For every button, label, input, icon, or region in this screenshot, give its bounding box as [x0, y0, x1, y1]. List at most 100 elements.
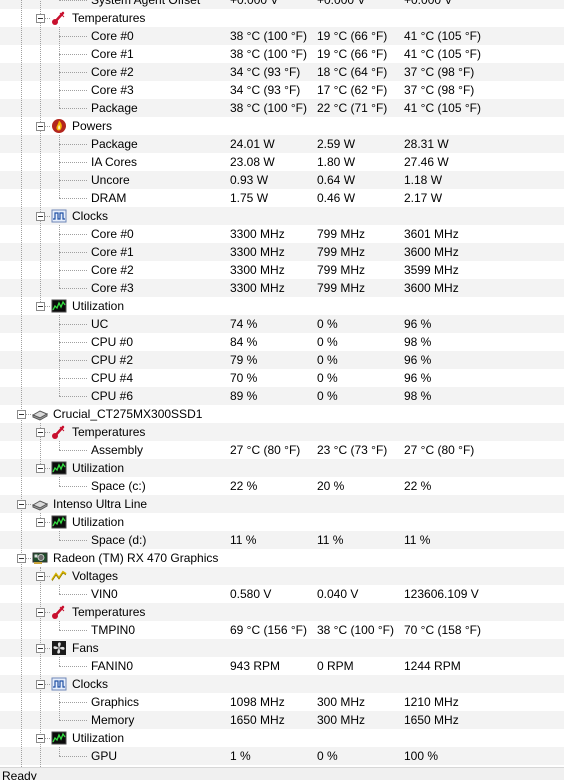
group-label: Utilization — [72, 731, 125, 745]
tree-connector — [59, 54, 87, 55]
tree-connector — [59, 657, 60, 666]
tree-connector — [59, 621, 60, 630]
device-row-intenso-ultra-line[interactable]: Intenso Ultra Line — [0, 495, 564, 513]
collapse-toggle-icon[interactable] — [36, 608, 45, 617]
tree-connector — [59, 630, 87, 631]
value-cell: 3300 MHz — [230, 263, 285, 277]
tree-connector — [59, 585, 60, 594]
sensor-name: System Agent Offset — [91, 0, 201, 7]
value-cell: 38 °C (100 °F) — [230, 47, 307, 61]
collapse-toggle-icon[interactable] — [36, 680, 45, 689]
collapse-toggle-icon[interactable] — [36, 428, 45, 437]
tree-connector — [59, 477, 60, 486]
fan-icon — [51, 640, 67, 656]
max-cell: 1650 MHz — [404, 713, 459, 727]
collapse-toggle-icon[interactable] — [36, 572, 45, 581]
device-row-crucial-ct275mx300ssd1[interactable]: Crucial_CT275MX300SSD1 — [0, 405, 564, 423]
drive-icon — [31, 496, 49, 512]
device-row-radeon-tm-rx-470-graphics[interactable]: Radeon (TM) RX 470 Graphics — [0, 549, 564, 567]
group-label: Utilization — [72, 515, 125, 529]
flame-icon — [51, 118, 67, 134]
collapse-toggle-icon[interactable] — [36, 212, 45, 221]
tree-connector — [40, 0, 41, 306]
sensor-name: Package — [91, 101, 138, 115]
max-cell: 3600 MHz — [404, 245, 459, 259]
tree-connector — [59, 396, 87, 397]
utilization-chart-icon — [51, 298, 67, 314]
sensor-name: TMPIN0 — [91, 623, 136, 637]
group-row-utilization[interactable]: Utilization — [0, 513, 564, 531]
group-row-voltages[interactable]: Voltages — [0, 567, 564, 585]
sensor-name: Memory — [91, 713, 135, 727]
group-row-powers[interactable]: Powers — [0, 117, 564, 135]
min-cell: 19 °C (66 °F) — [317, 47, 388, 61]
value-cell: 34 °C (93 °F) — [230, 65, 301, 79]
group-row-fans[interactable]: Fans — [0, 639, 564, 657]
max-cell: 96 % — [404, 353, 432, 367]
sensor-name: DRAM — [91, 191, 127, 205]
min-cell: 0 % — [317, 317, 338, 331]
min-cell: 2.59 W — [317, 137, 356, 151]
group-row-temperatures[interactable]: Temperatures — [0, 423, 564, 441]
min-cell: 300 MHz — [317, 713, 366, 727]
max-cell: 28.31 W — [404, 137, 449, 151]
collapse-toggle-icon[interactable] — [36, 518, 45, 527]
sensor-name: CPU #4 — [91, 371, 134, 385]
group-row-utilization[interactable]: Utilization — [0, 459, 564, 477]
collapse-toggle-icon[interactable] — [17, 410, 26, 419]
min-cell: 300 MHz — [317, 695, 366, 709]
sensor-name: Core #1 — [91, 245, 134, 259]
tree-connector — [59, 108, 87, 109]
clock-wave-icon — [51, 208, 67, 224]
value-cell: 69 °C (156 °F) — [230, 623, 307, 637]
min-cell: 799 MHz — [317, 263, 366, 277]
min-cell: 0 % — [317, 335, 338, 349]
collapse-toggle-icon[interactable] — [36, 122, 45, 131]
value-cell: +0.000 V — [230, 0, 279, 7]
collapse-toggle-icon[interactable] — [17, 500, 26, 509]
min-cell: 0.040 V — [317, 587, 359, 601]
group-row-clocks[interactable]: Clocks — [0, 675, 564, 693]
sensor-tree[interactable]: System Agent Offset +0.000 V +0.000 V +0.00… — [0, 0, 564, 767]
max-cell: 37 °C (98 °F) — [404, 65, 475, 79]
group-row-utilization[interactable]: Utilization — [0, 729, 564, 747]
value-cell: 3300 MHz — [230, 281, 285, 295]
collapse-toggle-icon[interactable] — [36, 14, 45, 23]
max-cell: 27 °C (80 °F) — [404, 443, 475, 457]
sensor-name: Assembly — [91, 443, 144, 457]
max-cell: 1244 RPM — [404, 659, 461, 673]
max-cell: 96 % — [404, 317, 432, 331]
group-row-clocks[interactable]: Clocks — [0, 207, 564, 225]
sensor-name: Core #2 — [91, 263, 134, 277]
collapse-toggle-icon[interactable] — [36, 302, 45, 311]
max-cell: 41 °C (105 °F) — [404, 101, 481, 115]
collapse-toggle-icon[interactable] — [17, 554, 26, 563]
group-row-temperatures[interactable]: Temperatures — [0, 9, 564, 27]
max-cell: 27.46 W — [404, 155, 449, 169]
value-cell: 0.580 V — [230, 587, 272, 601]
sensor-name: Core #3 — [91, 83, 134, 97]
utilization-chart-icon — [51, 514, 67, 530]
value-cell: 27 °C (80 °F) — [230, 443, 301, 457]
collapse-toggle-icon[interactable] — [36, 464, 45, 473]
tree-connector — [59, 693, 60, 720]
value-cell: 3300 MHz — [230, 245, 285, 259]
group-label: Utilization — [72, 299, 125, 313]
min-cell: 23 °C (73 °F) — [317, 443, 388, 457]
min-cell: 0 RPM — [317, 659, 354, 673]
min-cell: +0.000 V — [317, 0, 366, 7]
sensor-row-system-agent-offset[interactable]: System Agent Offset +0.000 V +0.000 V +0.00… — [0, 0, 564, 9]
min-cell: 0 % — [317, 389, 338, 403]
sensor-name: Core #3 — [91, 281, 134, 295]
tree-connector — [59, 162, 87, 163]
value-cell: 89 % — [230, 389, 258, 403]
sensor-name: Package — [91, 137, 138, 151]
min-cell: 0 % — [317, 353, 338, 367]
collapse-toggle-icon[interactable] — [36, 644, 45, 653]
group-row-utilization[interactable]: Utilization — [0, 297, 564, 315]
tree-connector — [59, 360, 87, 361]
graphics-card-icon — [32, 550, 48, 566]
collapse-toggle-icon[interactable] — [36, 734, 45, 743]
device-label: Crucial_CT275MX300SSD1 — [53, 407, 203, 421]
group-row-temperatures[interactable]: Temperatures — [0, 603, 564, 621]
